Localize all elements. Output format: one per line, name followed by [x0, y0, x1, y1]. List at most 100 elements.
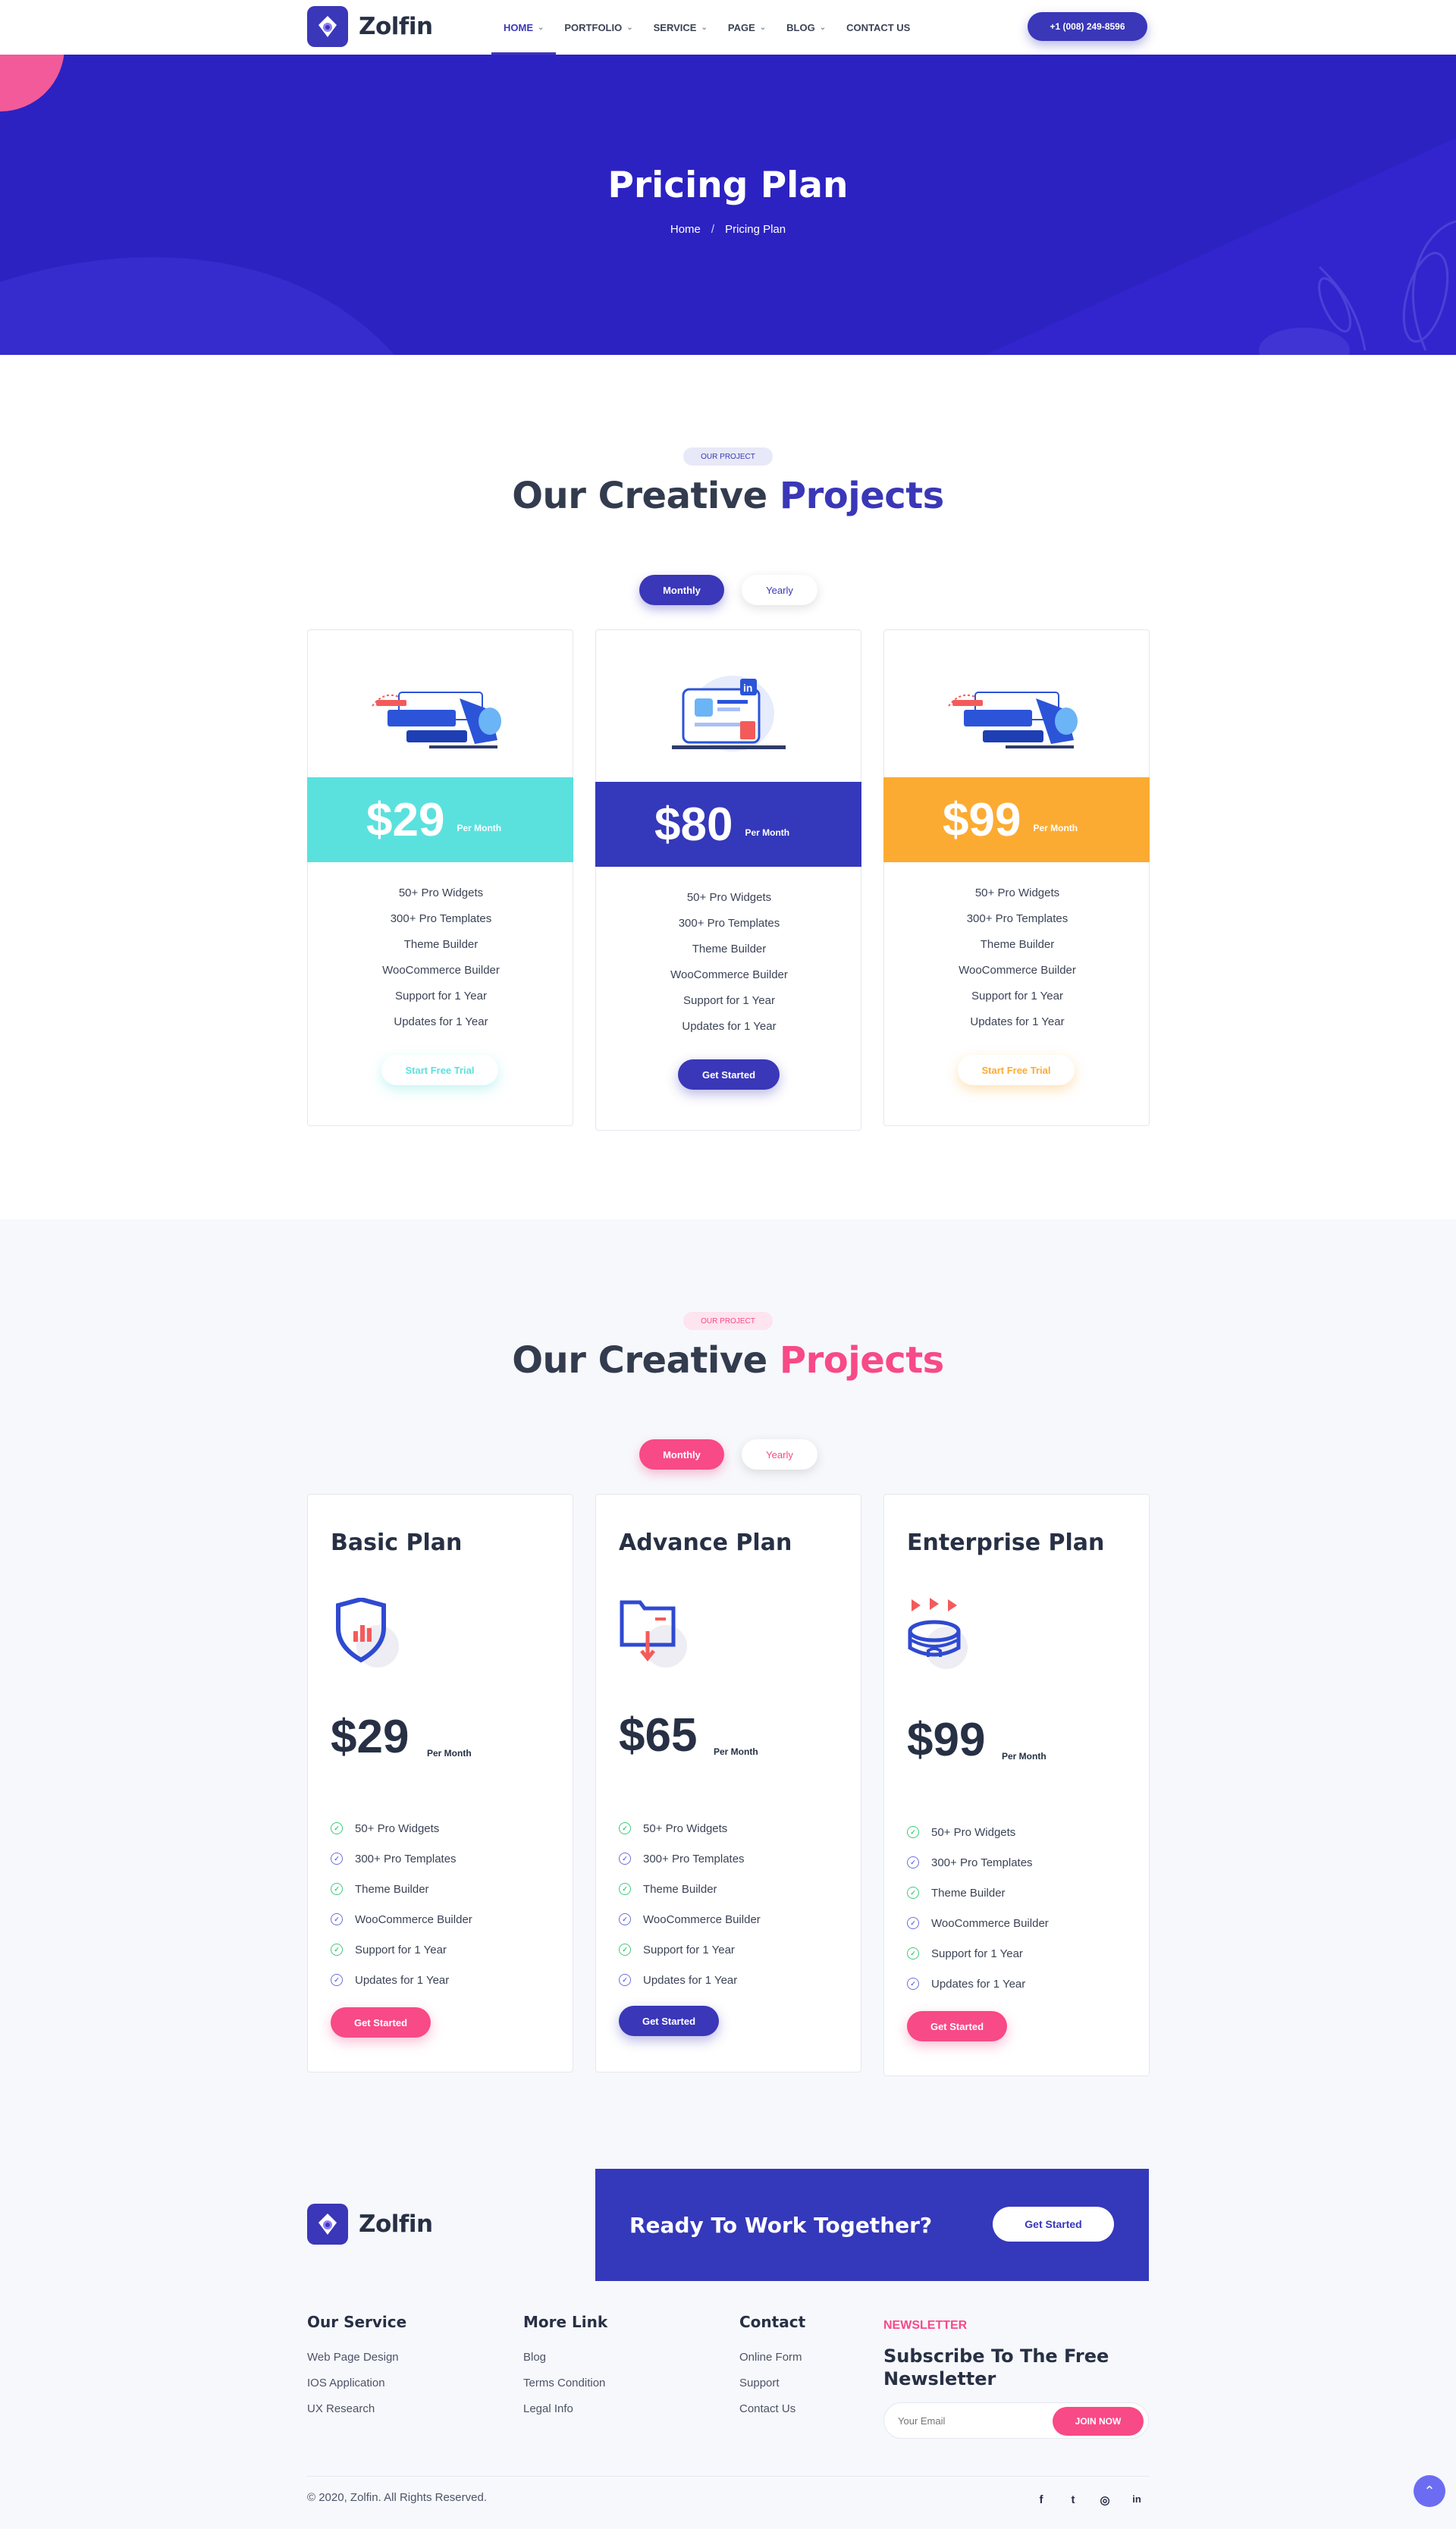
list-item: ✓ Support for 1 Year	[907, 1938, 1049, 1969]
folder-download-icon	[619, 1598, 695, 1674]
list-item: Theme Builder	[692, 943, 767, 955]
nav-contact[interactable]: CONTACT US	[846, 0, 910, 55]
footer-link[interactable]: Terms Condition	[523, 2371, 607, 2396]
pricing-card: Basic Plan $29 Per Month ✓ 50+ Pro Widget…	[307, 1494, 573, 2072]
phone-button[interactable]: +1 (008) 249-8596	[1028, 12, 1147, 41]
feature-label: 50+ Pro Widgets	[931, 1825, 1016, 1839]
get-started-button[interactable]: Get Started	[619, 2006, 719, 2036]
breadcrumb-separator: /	[711, 223, 715, 236]
section-badge: OUR PROJECT	[683, 1312, 773, 1330]
footer-column-title: Contact	[739, 2313, 806, 2331]
list-item: Support for 1 Year	[395, 990, 487, 1003]
footer-link[interactable]: UX Research	[307, 2396, 406, 2422]
nav-home[interactable]: HOME ⌄	[491, 0, 557, 55]
twitter-icon[interactable]: t	[1065, 2493, 1081, 2510]
footer-link[interactable]: Web Page Design	[307, 2345, 406, 2371]
list-item: WooCommerce Builder	[670, 968, 788, 981]
section-title: Our Creative Projects	[0, 475, 1456, 517]
check-icon: ✓	[907, 1917, 919, 1929]
arrow-up-icon: ⌃	[1423, 2483, 1436, 2499]
email-field[interactable]	[898, 2403, 1050, 2438]
breadcrumb-home[interactable]: Home	[670, 223, 701, 236]
feature-list: ✓ 50+ Pro Widgets ✓ 300+ Pro Templates ✓ Th…	[331, 1813, 472, 1995]
monthly-toggle[interactable]: Monthly	[639, 1439, 724, 1470]
feature-list: 50+ Pro Widgets 300+ Pro Templates Theme…	[308, 880, 574, 1035]
check-icon: ✓	[907, 1978, 919, 1990]
yearly-toggle[interactable]: Yearly	[742, 1439, 817, 1470]
price-amount: $65	[619, 1709, 698, 1762]
list-item: Updates for 1 Year	[970, 1015, 1065, 1028]
footer-link[interactable]: Legal Info	[523, 2396, 607, 2422]
scroll-to-top-button[interactable]: ⌃	[1414, 2475, 1445, 2507]
nav-service[interactable]: SERVICE ⌄	[654, 0, 708, 55]
feature-label: 50+ Pro Widgets	[643, 1821, 728, 1835]
hero-banner: Pricing Plan Home / Pricing Plan	[0, 55, 1456, 355]
newsletter-form: JOIN NOW	[883, 2402, 1149, 2439]
list-item: ✓ Updates for 1 Year	[331, 1965, 472, 1995]
nav-portfolio[interactable]: PORTFOLIO ⌄	[564, 0, 632, 55]
copyright: © 2020, Zolfin. All Rights Reserved.	[307, 2491, 487, 2504]
check-icon: ✓	[331, 1974, 343, 1986]
feature-label: 300+ Pro Templates	[931, 1856, 1033, 1869]
plan-name: Enterprise Plan	[907, 1530, 1105, 1556]
join-now-button[interactable]: JOIN NOW	[1053, 2407, 1144, 2436]
chevron-down-icon: ⌄	[819, 23, 827, 32]
title-highlight: Projects	[779, 475, 944, 517]
price-period: Per Month	[457, 823, 502, 833]
nav-blog[interactable]: BLOG ⌄	[786, 0, 826, 55]
list-item: ✓ 50+ Pro Widgets	[907, 1817, 1049, 1847]
list-item: ✓ Updates for 1 Year	[619, 1965, 761, 1995]
nav-label: HOME	[504, 21, 533, 33]
logo-icon	[307, 6, 348, 47]
feature-label: 50+ Pro Widgets	[355, 1821, 440, 1835]
price-period: Per Month	[714, 1746, 758, 1757]
list-item: Theme Builder	[980, 938, 1055, 951]
feature-list: 50+ Pro Widgets 300+ Pro Templates Theme…	[596, 885, 862, 1040]
instagram-icon[interactable]: ◎	[1097, 2493, 1113, 2510]
footer-link[interactable]: Support	[739, 2371, 805, 2396]
linkedin-icon[interactable]: in	[1128, 2493, 1145, 2510]
logo[interactable]: Zolfin	[307, 6, 433, 47]
list-item: ✓ 300+ Pro Templates	[907, 1847, 1049, 1878]
logo-text: Zolfin	[359, 2211, 433, 2238]
facebook-icon[interactable]: f	[1033, 2493, 1050, 2510]
footer-link[interactable]: Blog	[523, 2345, 607, 2371]
start-free-trial-button[interactable]: Start Free Trial	[958, 1055, 1075, 1085]
pricing-card: in $80 Per Month 50+ Pro Widgets 300+ Pr…	[595, 629, 861, 1131]
check-icon: ✓	[907, 1826, 919, 1838]
dashboard-illustration-icon	[372, 692, 501, 748]
main-nav: HOME ⌄ PORTFOLIO ⌄ SERVICE ⌄ PAGE ⌄ BLOG ⌄ CO…	[491, 0, 930, 55]
chevron-down-icon: ⌄	[626, 23, 633, 32]
price-period: Per Month	[745, 827, 790, 838]
get-started-button[interactable]: Get Started	[331, 2007, 431, 2038]
footer-logo[interactable]: Zolfin	[307, 2204, 433, 2245]
logo-icon	[307, 2204, 348, 2245]
chevron-down-icon: ⌄	[701, 23, 708, 32]
get-started-button[interactable]: Get Started	[907, 2011, 1007, 2041]
check-icon: ✓	[619, 1913, 631, 1925]
list-item: ✓ 300+ Pro Templates	[619, 1843, 761, 1874]
price-band: $99 Per Month	[883, 777, 1150, 862]
feature-label: WooCommerce Builder	[931, 1916, 1049, 1930]
monthly-toggle[interactable]: Monthly	[639, 575, 724, 605]
start-free-trial-button[interactable]: Start Free Trial	[381, 1055, 498, 1085]
list-item: ✓ 50+ Pro Widgets	[331, 1813, 472, 1843]
list-item: 50+ Pro Widgets	[974, 886, 1060, 899]
list-item: ✓ Support for 1 Year	[619, 1934, 761, 1965]
price-period: Per Month	[1033, 823, 1078, 833]
yearly-toggle[interactable]: Yearly	[742, 575, 817, 605]
feature-list: 50+ Pro Widgets 300+ Pro Templates Theme…	[884, 880, 1150, 1035]
cta-get-started-button[interactable]: Get Started	[993, 2207, 1114, 2242]
nav-label: BLOG	[786, 21, 815, 33]
check-icon: ✓	[907, 1856, 919, 1869]
list-item: ✓ Theme Builder	[619, 1874, 761, 1904]
list-item: WooCommerce Builder	[382, 964, 500, 977]
footer-link[interactable]: IOS Application	[307, 2371, 406, 2396]
check-icon: ✓	[619, 1974, 631, 1986]
footer-link[interactable]: Contact Us	[739, 2396, 805, 2422]
title-highlight: Projects	[779, 1339, 944, 1382]
feature-label: Support for 1 Year	[643, 1943, 735, 1956]
nav-page[interactable]: PAGE ⌄	[728, 0, 766, 55]
get-started-button[interactable]: Get Started	[678, 1059, 780, 1090]
footer-link[interactable]: Online Form	[739, 2345, 805, 2371]
